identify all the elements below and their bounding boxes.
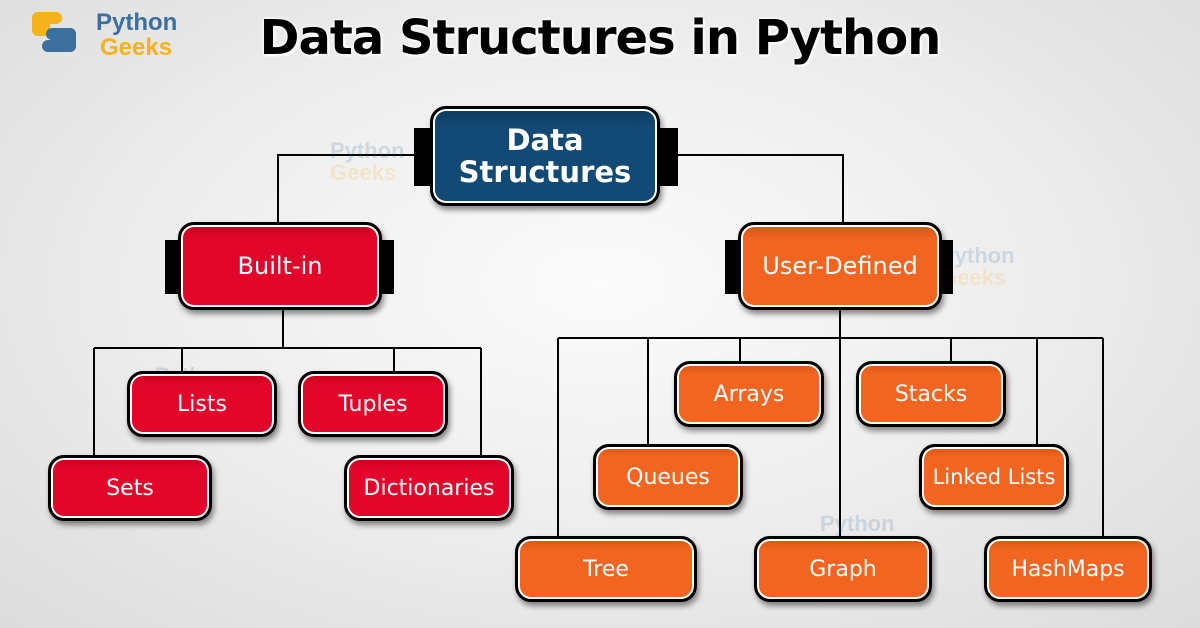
leaf-node-graph: Graph bbox=[754, 536, 932, 602]
leaf-node-queues: Queues bbox=[593, 444, 743, 510]
leaf-node-tuples: Tuples bbox=[298, 371, 448, 437]
leaf-node-lists: Lists bbox=[127, 371, 277, 437]
branch-node-user-defined: User-Defined bbox=[738, 222, 942, 310]
leaf-node-arrays: Arrays bbox=[674, 361, 824, 427]
root-node-data-structures: Data Structures bbox=[430, 106, 660, 206]
leaf-node-hashmaps: HashMaps bbox=[984, 536, 1152, 602]
leaf-node-tree: Tree bbox=[515, 536, 697, 602]
connector-root-userdefined bbox=[672, 154, 844, 228]
leaf-node-linked-lists: Linked Lists bbox=[919, 444, 1069, 510]
branch-node-built-in: Built-in bbox=[178, 222, 382, 310]
leaf-node-dictionaries: Dictionaries bbox=[344, 455, 514, 521]
root-node-label-line2: Structures bbox=[458, 155, 632, 189]
connector-lines bbox=[93, 154, 1104, 540]
leaf-node-stacks: Stacks bbox=[856, 361, 1006, 427]
leaf-node-sets: Sets bbox=[48, 455, 212, 521]
root-node-label-line1: Data bbox=[506, 123, 584, 157]
connector-root-builtin bbox=[277, 154, 432, 228]
